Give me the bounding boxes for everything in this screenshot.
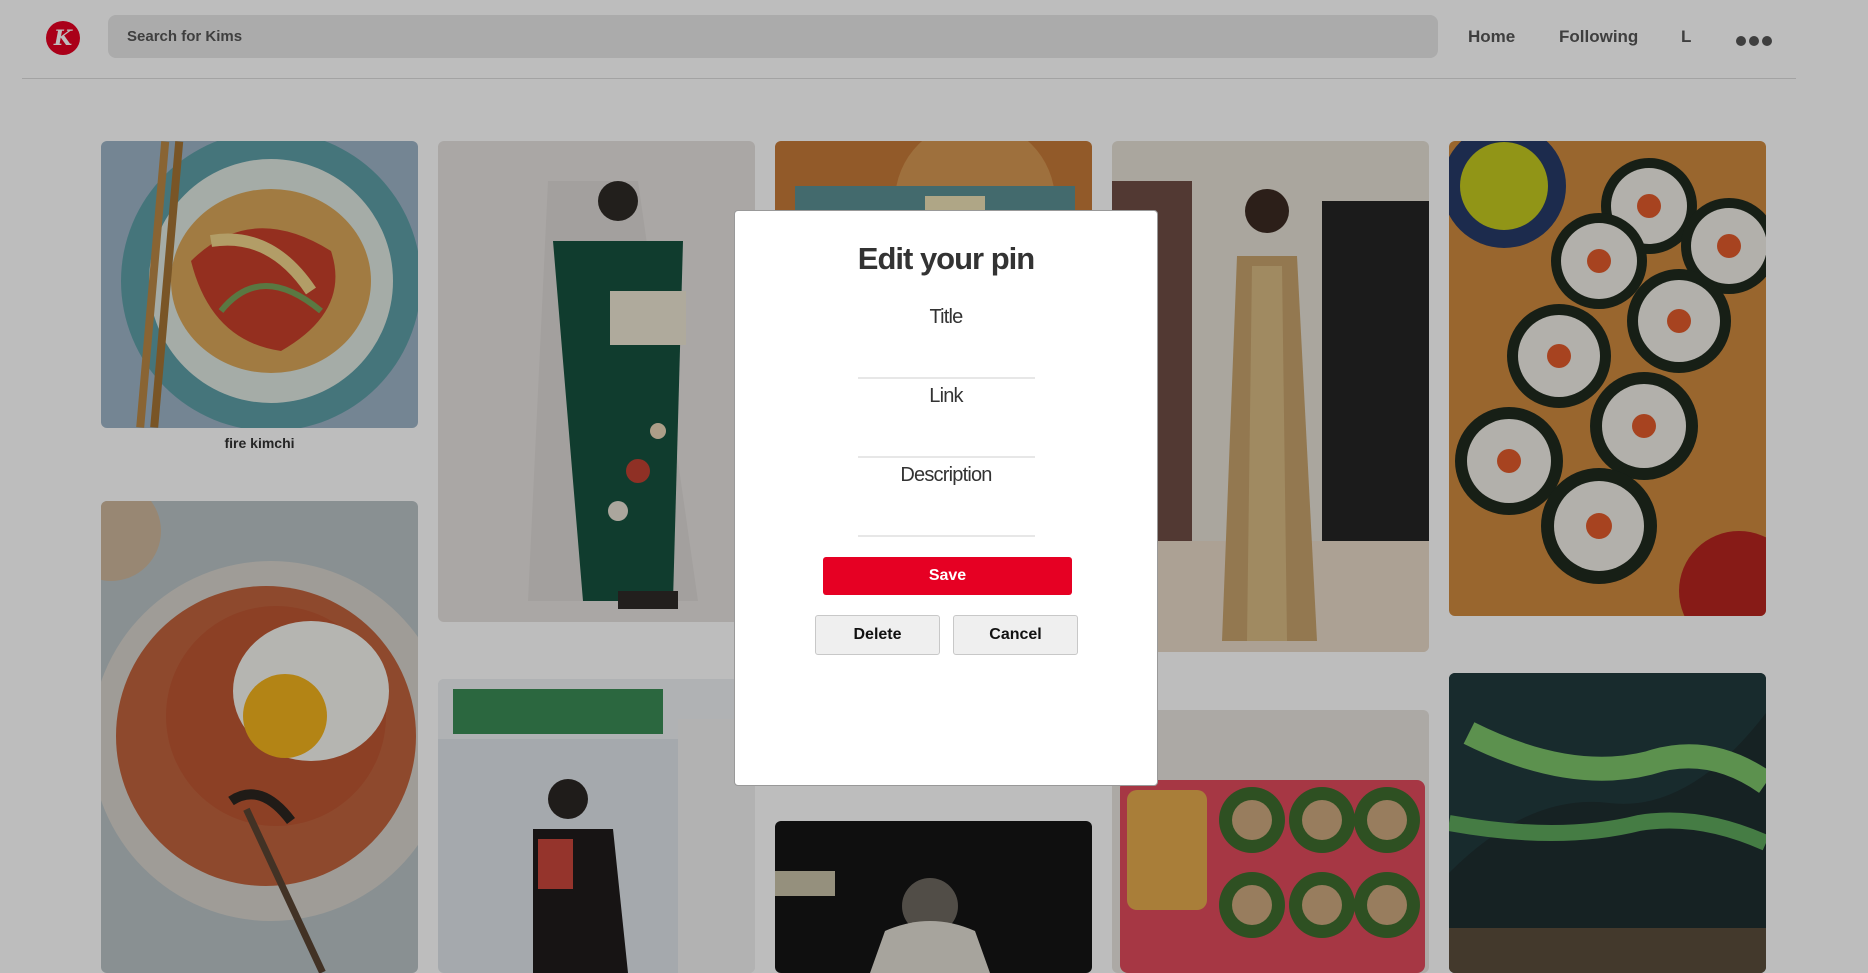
save-button[interactable]: Save	[823, 557, 1072, 595]
description-input[interactable]	[858, 513, 1035, 537]
title-input[interactable]	[858, 355, 1035, 379]
delete-button[interactable]: Delete	[815, 615, 940, 655]
dialog-title: Edit your pin	[857, 241, 1035, 276]
edit-pin-dialog: Edit your pin Title Link Description Sav…	[734, 210, 1158, 786]
link-label: Link	[929, 385, 963, 407]
link-input[interactable]	[858, 434, 1035, 458]
title-label: Title	[929, 306, 963, 328]
description-label: Description	[900, 464, 992, 486]
cancel-button[interactable]: Cancel	[953, 615, 1078, 655]
